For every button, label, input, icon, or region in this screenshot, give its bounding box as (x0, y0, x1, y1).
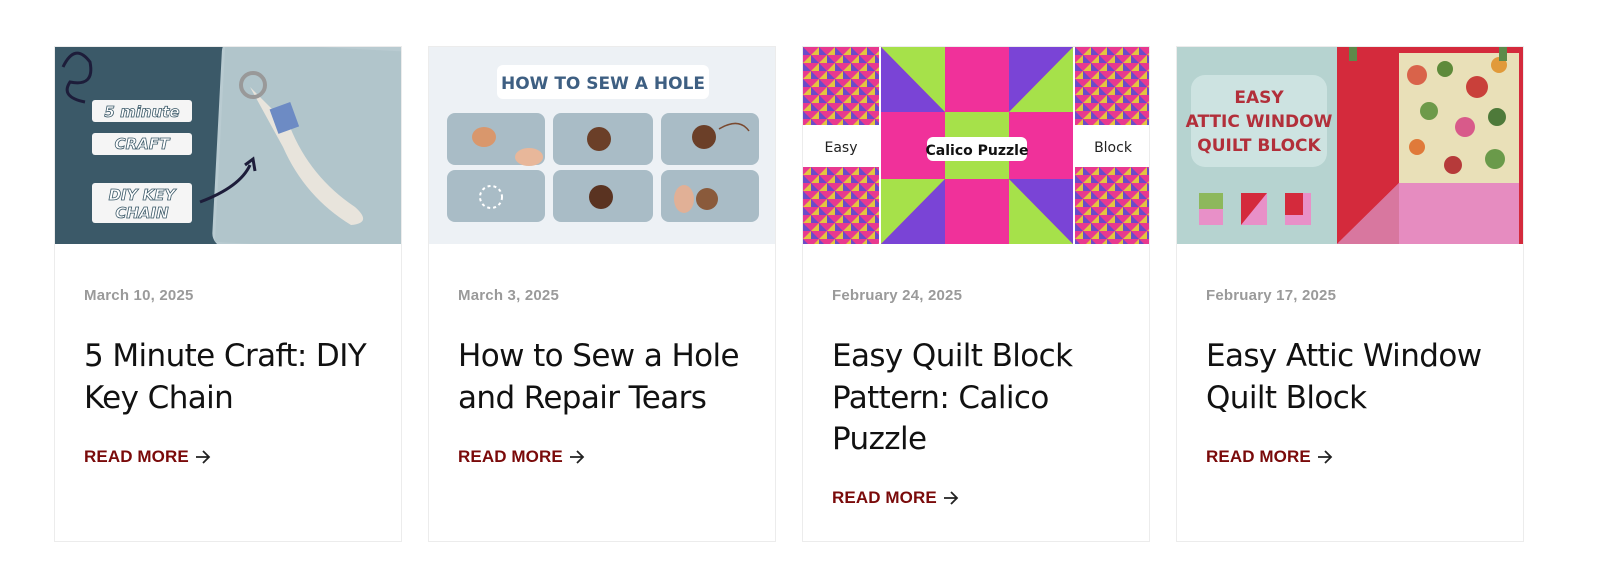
image-text: CRAFT (115, 135, 171, 153)
attic-window-image[interactable]: EASY ATTIC WINDOW QUILT BLOCK (1177, 47, 1523, 244)
post-title[interactable]: Easy Attic Window Quilt Block (1206, 336, 1506, 419)
post-card: 5 minute CRAFT DIY KEY CHAIN March 10, 2… (54, 46, 402, 542)
post-date: March 3, 2025 (458, 287, 559, 304)
post-date: February 24, 2025 (832, 287, 963, 304)
read-more-label: READ MORE (84, 447, 189, 466)
read-more-link[interactable]: READ MORE (84, 447, 211, 467)
post-title[interactable]: 5 Minute Craft: DIY Key Chain (84, 336, 384, 419)
post-card: HOW TO SEW A HOLE March 3, 2025 How to S… (428, 46, 776, 542)
image-text: DIY KEY (109, 186, 178, 204)
post-title[interactable]: Easy Quilt Block Pattern: Calico Puzzle (832, 336, 1132, 461)
arrow-right-icon (1317, 450, 1333, 464)
image-text: EASY (1234, 88, 1284, 108)
post-thumbnail[interactable]: HOW TO SEW A HOLE (429, 47, 775, 244)
image-text: HOW TO SEW A HOLE (501, 74, 705, 94)
post-card: EASY ATTIC WINDOW QUILT BLOCK February 1… (1176, 46, 1524, 542)
calico-puzzle-image[interactable]: Easy Calico Puzzle Block (803, 47, 1149, 244)
post-thumbnail[interactable]: Easy Calico Puzzle Block (803, 47, 1149, 244)
image-text: Calico Puzzle (926, 143, 1029, 159)
post-thumbnail[interactable]: EASY ATTIC WINDOW QUILT BLOCK (1177, 47, 1523, 244)
read-more-label: READ MORE (1206, 447, 1311, 466)
sew-hole-image[interactable]: HOW TO SEW A HOLE (429, 47, 775, 244)
keychain-craft-image[interactable]: 5 minute CRAFT DIY KEY CHAIN (55, 47, 401, 244)
read-more-link[interactable]: READ MORE (832, 488, 959, 508)
read-more-link[interactable]: READ MORE (458, 447, 585, 467)
post-title[interactable]: How to Sew a Hole and Repair Tears (458, 336, 758, 419)
post-thumbnail[interactable]: 5 minute CRAFT DIY KEY CHAIN (55, 47, 401, 244)
image-text: CHAIN (115, 204, 169, 222)
arrow-right-icon (195, 450, 211, 464)
post-date: March 10, 2025 (84, 287, 194, 304)
post-card: Easy Calico Puzzle Block February 24, 20… (802, 46, 1150, 542)
blog-post-grid: 5 minute CRAFT DIY KEY CHAIN March 10, 2… (54, 46, 1544, 542)
image-text: QUILT BLOCK (1197, 136, 1321, 156)
image-text: Easy (824, 140, 857, 156)
arrow-right-icon (943, 491, 959, 505)
post-date: February 17, 2025 (1206, 287, 1337, 304)
read-more-link[interactable]: READ MORE (1206, 447, 1333, 467)
read-more-label: READ MORE (832, 488, 937, 507)
image-text: Block (1094, 140, 1133, 156)
image-text: 5 minute (104, 103, 179, 121)
image-text: ATTIC WINDOW (1186, 112, 1333, 132)
arrow-right-icon (569, 450, 585, 464)
read-more-label: READ MORE (458, 447, 563, 466)
